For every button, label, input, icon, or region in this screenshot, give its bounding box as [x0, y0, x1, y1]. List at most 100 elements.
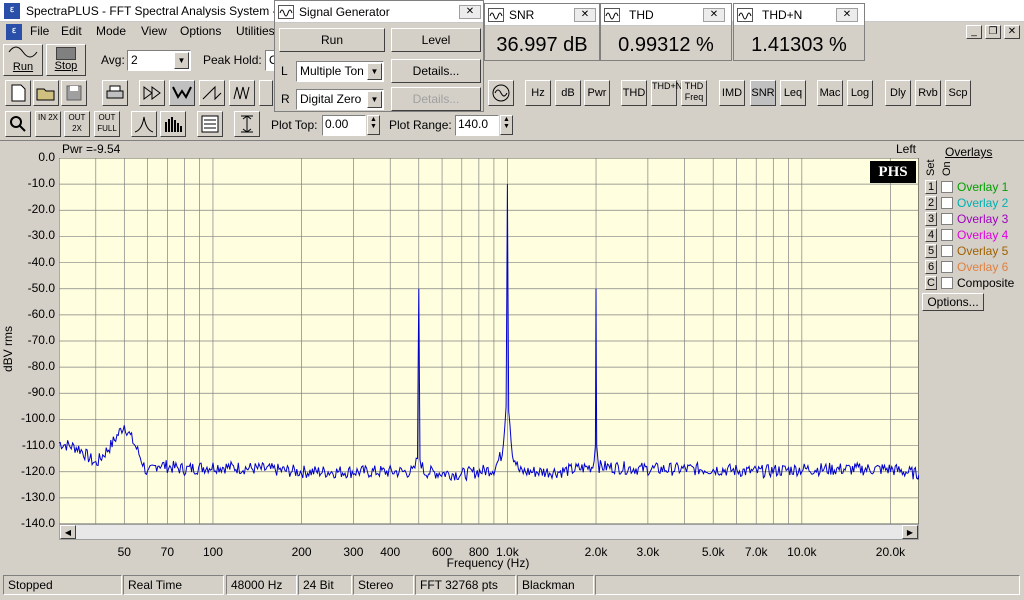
left-details-button[interactable]: Details... [391, 59, 481, 83]
x-tick-label: 50 [117, 545, 131, 559]
close-icon[interactable]: ✕ [574, 8, 596, 22]
thd-button[interactable]: THD [621, 80, 647, 106]
scroll-right-icon[interactable]: ▶ [902, 525, 918, 539]
imd-button[interactable]: IMD [719, 80, 745, 106]
fast-forward-icon [143, 86, 161, 100]
mac-button[interactable]: Mac [817, 80, 843, 106]
overlay-set-button[interactable]: C [925, 276, 937, 290]
overlay-checkbox[interactable] [941, 197, 953, 209]
x-tick-label: 200 [291, 545, 312, 559]
close-icon[interactable]: ✕ [703, 8, 725, 22]
restore-icon[interactable]: ❐ [985, 25, 1001, 39]
sine-generator-button[interactable] [488, 80, 514, 106]
open-file-button[interactable] [33, 80, 59, 106]
dly-button[interactable]: Dly [885, 80, 911, 106]
vertical-arrow-icon [241, 115, 253, 133]
horizontal-scrollbar[interactable]: ◀ ▶ [59, 524, 919, 540]
y-tick-label: -100.0 [20, 411, 55, 426]
stop-button[interactable]: Stop [46, 44, 86, 76]
overlay-set-button[interactable]: 3 [925, 212, 937, 226]
overlay-set-button[interactable]: 5 [925, 244, 937, 258]
peak-view-button[interactable] [131, 111, 157, 137]
log-button[interactable]: Log [847, 80, 873, 106]
status-bar: Stopped Real Time 48000 Hz 24 Bit Stereo… [0, 573, 1024, 600]
new-document-icon [11, 84, 26, 102]
plot-range-input[interactable]: 140.0 [455, 115, 499, 136]
thd-n-button[interactable]: THD+N [651, 80, 682, 106]
menu-utilities[interactable]: Utilities [236, 24, 275, 38]
overlay-set-button[interactable]: 2 [925, 196, 937, 210]
zoom-in-2x-button[interactable]: IN 2X [35, 111, 61, 137]
y-tick-label: -50.0 [27, 280, 55, 295]
db-button[interactable]: dB [555, 80, 581, 106]
new-file-button[interactable] [5, 80, 31, 106]
chevron-down-icon: ▼ [367, 63, 382, 80]
left-waveform-select[interactable]: Multiple Ton ▼ [296, 61, 384, 82]
zoom-button[interactable] [5, 111, 31, 137]
avg-select[interactable]: 2 ▼ [127, 50, 191, 71]
waterfall-button[interactable] [229, 80, 255, 106]
pwr-button[interactable]: Pwr [584, 80, 610, 106]
list-icon [201, 115, 219, 133]
spectrum-mode-button[interactable] [169, 80, 195, 106]
status-channels: Stereo [353, 575, 414, 595]
minimize-icon[interactable]: _ [966, 25, 982, 39]
x-tick-label: 7.0k [744, 545, 768, 559]
print-button[interactable] [102, 80, 128, 106]
waveform-button[interactable] [199, 80, 225, 106]
overlay-options-button[interactable]: Options... [922, 293, 984, 311]
menu-doc-icon[interactable]: ℇ [6, 24, 22, 40]
overlay-checkbox[interactable] [941, 277, 953, 289]
list-view-button[interactable] [197, 111, 223, 137]
right-waveform-select[interactable]: Digital Zero ▼ [296, 89, 384, 110]
siggen-run-button[interactable]: Run [279, 28, 385, 52]
snr-value: 36.997 dB [496, 34, 588, 56]
spectrum-plot[interactable] [59, 158, 919, 524]
overlay-set-button[interactable]: 1 [925, 180, 937, 194]
x-tick-label: 800 [468, 545, 489, 559]
menu-options[interactable]: Options [180, 24, 221, 38]
close-icon[interactable]: ✕ [1004, 25, 1020, 39]
zoom-out-full-button[interactable]: OUT FULL [94, 111, 120, 137]
plot-range-spinner[interactable]: ▲ ▼ [500, 115, 513, 135]
leq-button[interactable]: Leq [780, 80, 806, 106]
spectrogram-button[interactable] [259, 80, 273, 106]
thdn-value: 1.41303 % [751, 34, 847, 56]
x-tick-label: 600 [432, 545, 453, 559]
overlay-checkbox[interactable] [941, 229, 953, 241]
snr-button[interactable]: SNR [750, 80, 776, 106]
y-tick-label: -70.0 [27, 333, 55, 347]
range-button[interactable] [234, 111, 260, 137]
plot-top-spinner[interactable]: ▲ ▼ [367, 115, 380, 135]
overlay-label: Overlay 5 [957, 244, 1009, 258]
zoom-out-2x-button[interactable]: OUT 2X [64, 111, 90, 137]
menu-edit[interactable]: Edit [61, 24, 82, 38]
y-tick-label: -90.0 [27, 385, 55, 400]
rvb-button[interactable]: Rvb [915, 80, 941, 106]
overlay-set-button[interactable]: 4 [925, 228, 937, 242]
overlay-checkbox[interactable] [941, 181, 953, 193]
plot-top-input[interactable]: 0.00 [322, 115, 366, 136]
run-button[interactable]: Run [3, 44, 43, 76]
overlay-checkbox[interactable] [941, 213, 953, 225]
scroll-left-icon[interactable]: ◀ [60, 525, 76, 539]
overlay-checkbox[interactable] [941, 261, 953, 273]
menu-file[interactable]: File [30, 24, 49, 38]
overlay-set-button[interactable]: 6 [925, 260, 937, 274]
sine-wave-icon [8, 46, 38, 58]
save-button[interactable] [61, 80, 87, 106]
overlay-label: Overlay 2 [957, 196, 1009, 210]
hz-button[interactable]: Hz [525, 80, 551, 106]
fast-forward-button[interactable] [139, 80, 165, 106]
close-icon[interactable]: ✕ [459, 5, 481, 19]
scp-button[interactable]: Scp [945, 80, 971, 106]
bar-view-button[interactable] [160, 111, 186, 137]
close-icon[interactable]: ✕ [836, 8, 858, 22]
overlay-checkbox[interactable] [941, 245, 953, 257]
menu-view[interactable]: View [141, 24, 167, 38]
on-label: On [941, 161, 953, 176]
y-tick-label: -40.0 [27, 254, 55, 269]
thd-freq-button[interactable]: THD Freq [681, 80, 707, 106]
siggen-level-button[interactable]: Level [391, 28, 481, 52]
menu-mode[interactable]: Mode [96, 24, 126, 38]
